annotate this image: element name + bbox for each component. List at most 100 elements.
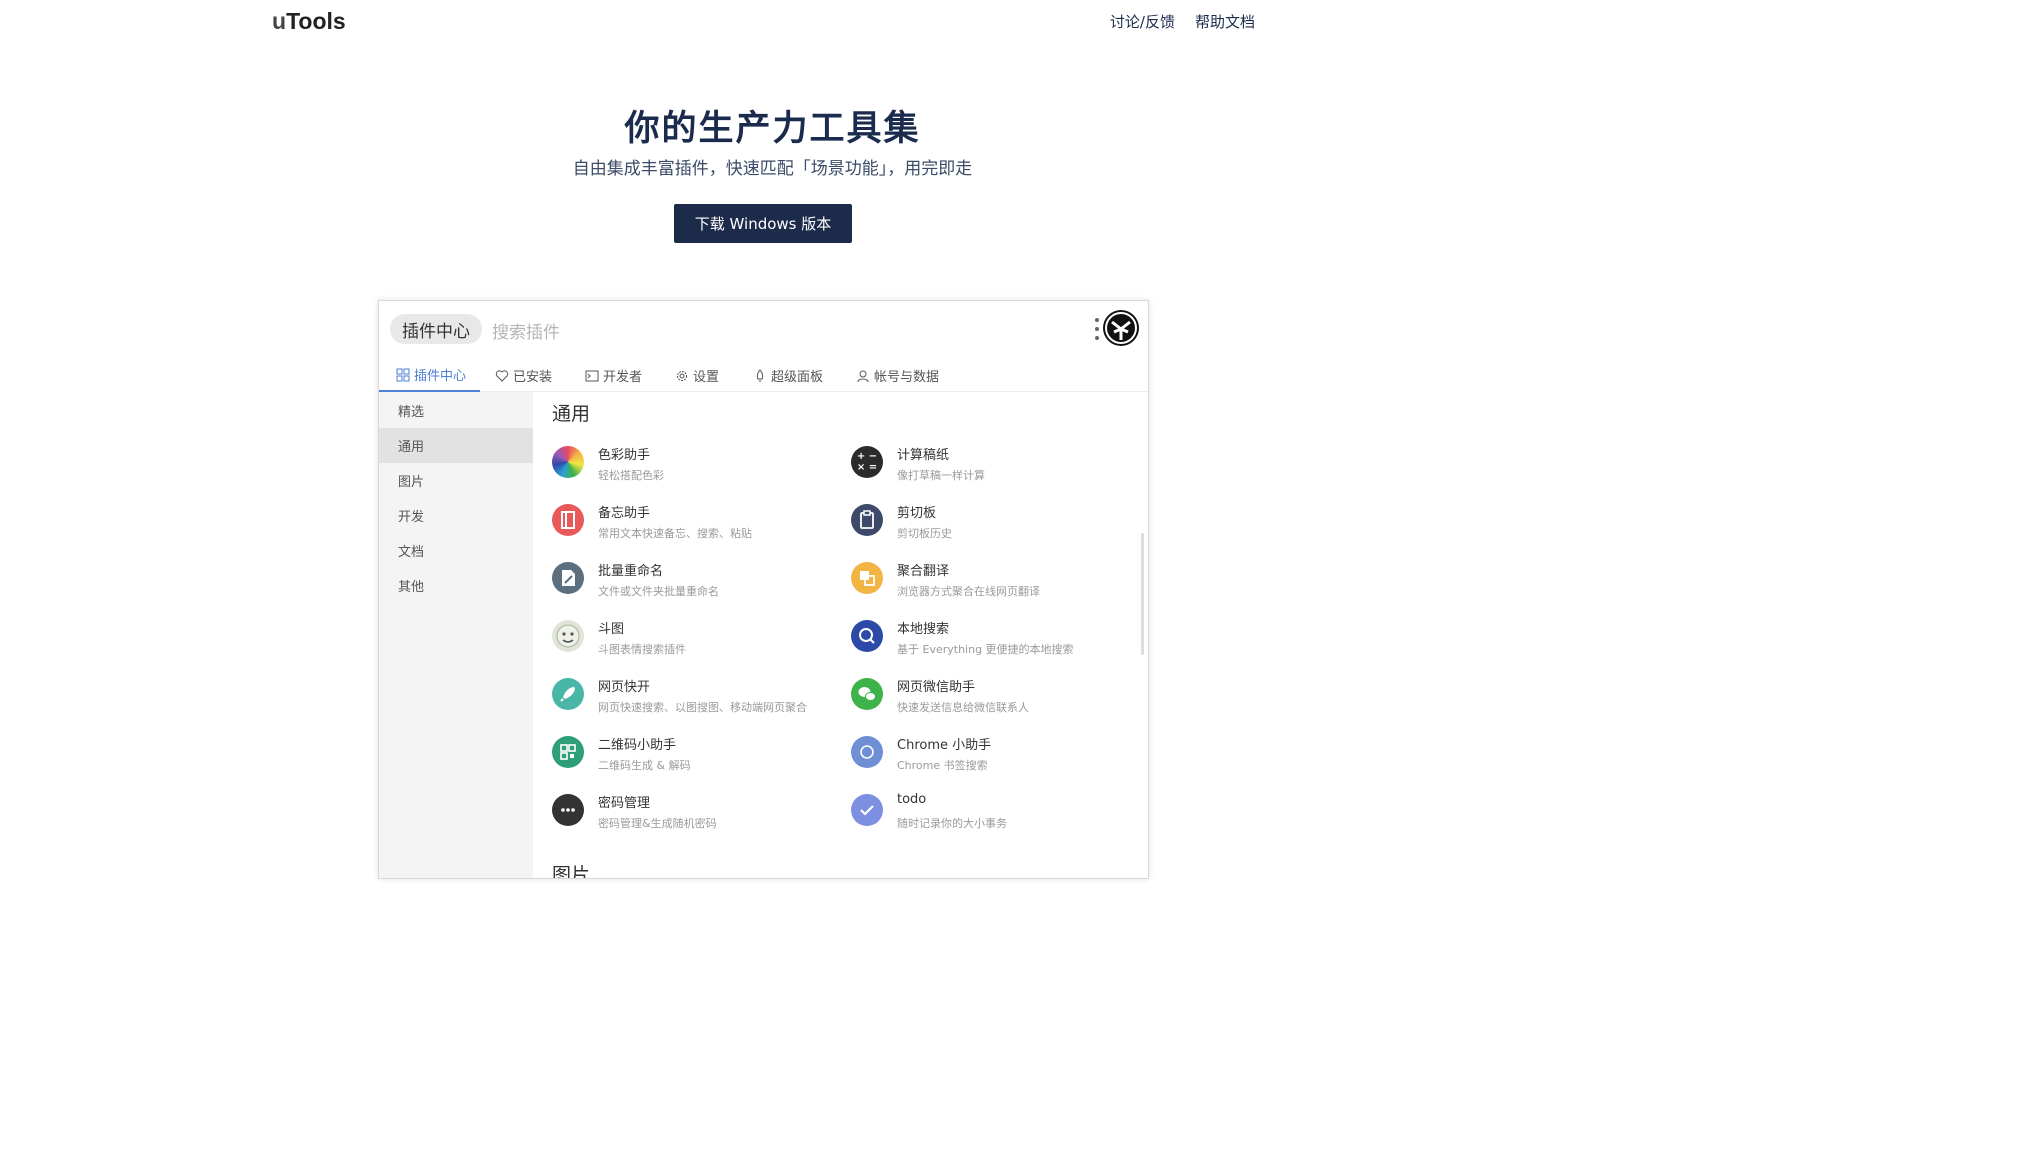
plugin-name: 二维码小助手 bbox=[598, 738, 677, 753]
tab-label: 帐号与数据 bbox=[874, 370, 940, 385]
color-wheel-icon bbox=[552, 446, 584, 478]
section-title-images: 图片 bbox=[552, 864, 591, 879]
plugin-memo-helper[interactable]: 备忘助手 常用文本快速备忘、搜索、粘贴 bbox=[552, 500, 842, 550]
tab-super-panel[interactable]: 超级面板 bbox=[753, 359, 823, 392]
plugin-clipboard[interactable]: 剪切板 剪切板历史 bbox=[851, 500, 1141, 550]
plugin-desc: 常用文本快速备忘、搜索、粘贴 bbox=[598, 527, 752, 540]
check-icon bbox=[851, 794, 883, 826]
sidebar-item-featured[interactable]: 精选 bbox=[379, 393, 533, 428]
plugin-batch-rename[interactable]: 批量重命名 文件或文件夹批量重命名 bbox=[552, 558, 842, 608]
tab-label: 超级面板 bbox=[771, 370, 824, 385]
tab-settings[interactable]: 设置 bbox=[675, 359, 719, 392]
gear-icon bbox=[677, 370, 687, 381]
plugin-name: 密码管理 bbox=[598, 796, 651, 811]
plugin-desc: 网页快速搜索、以图搜图、移动端网页聚合 bbox=[598, 701, 807, 714]
site-logo[interactable]: uTools bbox=[272, 8, 346, 35]
tab-label: 开发者 bbox=[603, 370, 643, 385]
nav-feedback-link[interactable]: 讨论/反馈 bbox=[1110, 11, 1175, 32]
plugin-name: 色彩助手 bbox=[598, 448, 651, 463]
logo-u: u bbox=[272, 8, 287, 34]
plugin-todo[interactable]: todo 随时记录你的大小事务 bbox=[851, 790, 1141, 840]
plugin-list: 通用 色彩助手 轻松搭配色彩 + − × = 计算稿纸 像打草稿一样计算 备忘助手… bbox=[533, 392, 1148, 879]
tab-label: 已安装 bbox=[513, 370, 553, 385]
plugin-web-launch[interactable]: 网页快开 网页快速搜索、以图搜图、移动端网页聚合 bbox=[552, 674, 842, 724]
top-nav: 讨论/反馈 帮助文档 bbox=[1110, 11, 1255, 32]
hero-subtitle: 自由集成丰富插件，快速匹配「场景功能」，用完即走 bbox=[572, 159, 973, 179]
plugin-name: 备忘助手 bbox=[598, 506, 651, 521]
tab-developer[interactable]: 开发者 bbox=[585, 359, 642, 392]
wechat-icon bbox=[851, 678, 883, 710]
plugin-name: Chrome 小助手 bbox=[897, 738, 992, 753]
qrcode-icon bbox=[552, 736, 584, 768]
plugin-desc: 剪切板历史 bbox=[897, 527, 952, 540]
plugin-name: 网页微信助手 bbox=[897, 680, 976, 695]
site-header: uTools 讨论/反馈 帮助文档 bbox=[0, 0, 1545, 46]
plugin-name: 计算稿纸 bbox=[897, 448, 950, 463]
clipboard-icon bbox=[851, 504, 883, 536]
plugin-desc: 像打草稿一样计算 bbox=[897, 469, 985, 482]
plugin-name: 批量重命名 bbox=[598, 564, 664, 579]
plugin-local-search[interactable]: 本地搜索 基于 Everything 更便捷的本地搜索 bbox=[851, 616, 1141, 666]
search-input[interactable]: 搜索插件 bbox=[492, 318, 560, 343]
plugin-name: 斗图 bbox=[598, 622, 625, 637]
tab-plugin-center[interactable]: 插件中心 bbox=[379, 359, 480, 392]
plugin-name: 聚合翻译 bbox=[897, 564, 950, 579]
plugin-name: 本地搜索 bbox=[897, 622, 950, 637]
tab-account-data[interactable]: 帐号与数据 bbox=[856, 359, 939, 392]
plugin-desc: 斗图表情搜索插件 bbox=[598, 643, 686, 656]
sidebar-item-docs[interactable]: 文档 bbox=[379, 533, 533, 568]
sidebar-item-other[interactable]: 其他 bbox=[379, 568, 533, 603]
section-title-general: 通用 bbox=[552, 403, 591, 425]
plugin-color-helper[interactable]: 色彩助手 轻松搭配色彩 bbox=[552, 442, 842, 492]
plugin-meme[interactable]: 斗图 斗图表情搜索插件 bbox=[552, 616, 842, 666]
plugin-web-wechat[interactable]: 网页微信助手 快速发送信息给微信联系人 bbox=[851, 674, 1141, 724]
plugin-desc: 快速发送信息给微信联系人 bbox=[897, 701, 1029, 714]
sidebar-item-images[interactable]: 图片 bbox=[379, 463, 533, 498]
plugin-center-chip[interactable]: 插件中心 bbox=[390, 314, 482, 344]
rocket-icon bbox=[552, 678, 584, 710]
sidebar-item-dev[interactable]: 开发 bbox=[379, 498, 533, 533]
plugin-desc: 浏览器方式聚合在线网页翻译 bbox=[897, 585, 1040, 598]
plugin-qrcode[interactable]: 二维码小助手 二维码生成 & 解码 bbox=[552, 732, 842, 782]
rocket-icon bbox=[756, 368, 764, 381]
plugin-desc: 密码管理&生成随机密码 bbox=[598, 817, 717, 830]
more-menu-icon[interactable] bbox=[1094, 318, 1100, 340]
app-tabs: 插件中心 已安装 开发者 设置 超级面板 帐号与数据 bbox=[379, 359, 1148, 392]
plugin-password-manager[interactable]: 密码管理 密码管理&生成随机密码 bbox=[552, 790, 842, 840]
plugin-desc: 轻松搭配色彩 bbox=[598, 469, 664, 482]
plugin-translate[interactable]: 聚合翻译 浏览器方式聚合在线网页翻译 bbox=[851, 558, 1141, 608]
edit-file-icon bbox=[552, 562, 584, 594]
plugin-desc: 随时记录你的大小事务 bbox=[897, 817, 1007, 830]
meme-face-icon bbox=[552, 620, 584, 652]
plugin-calc-paper[interactable]: + − × = 计算稿纸 像打草稿一样计算 bbox=[851, 442, 1141, 492]
calculator-icon: + − × = bbox=[851, 446, 883, 478]
terminal-icon bbox=[585, 370, 599, 381]
translate-icon bbox=[851, 562, 883, 594]
content-scrollbar[interactable] bbox=[1141, 533, 1144, 655]
notebook-icon bbox=[552, 504, 584, 536]
category-sidebar: 精选 通用 图片 开发 文档 其他 bbox=[379, 392, 533, 878]
tab-label: 设置 bbox=[693, 370, 720, 385]
heart-icon bbox=[495, 369, 509, 382]
search-icon bbox=[851, 620, 883, 652]
logo-text: Tools bbox=[286, 8, 346, 34]
plugin-desc: Chrome 书签搜索 bbox=[897, 759, 988, 772]
plugin-desc: 基于 Everything 更便捷的本地搜索 bbox=[897, 643, 1074, 656]
app-preview-window: 插件中心 搜索插件 插件中心 已安装 开发者 设置 超级面板 帐号与数据 精选 … bbox=[378, 300, 1149, 879]
hero-title: 你的生产力工具集 bbox=[624, 109, 921, 149]
download-windows-button[interactable]: 下载 Windows 版本 bbox=[674, 204, 852, 243]
plugin-name: 网页快开 bbox=[598, 680, 651, 695]
nav-docs-link[interactable]: 帮助文档 bbox=[1195, 11, 1255, 32]
plugin-name: todo bbox=[897, 792, 927, 807]
password-icon bbox=[552, 794, 584, 826]
utools-logo-icon[interactable] bbox=[1103, 310, 1139, 346]
sidebar-item-general[interactable]: 通用 bbox=[379, 428, 533, 463]
plugin-desc: 文件或文件夹批量重命名 bbox=[598, 585, 719, 598]
plugin-name: 剪切板 bbox=[897, 506, 937, 521]
plugin-chrome-helper[interactable]: Chrome 小助手 Chrome 书签搜索 bbox=[851, 732, 1141, 782]
plugin-desc: 二维码生成 & 解码 bbox=[598, 759, 691, 772]
tab-installed[interactable]: 已安装 bbox=[495, 359, 552, 392]
chrome-icon bbox=[851, 736, 883, 768]
user-icon bbox=[857, 370, 869, 382]
grid-icon bbox=[396, 368, 410, 381]
